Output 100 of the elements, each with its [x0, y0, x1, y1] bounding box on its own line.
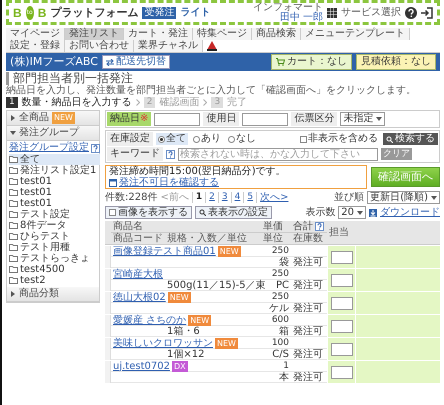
- product-link[interactable]: 美味しいクロワッサン: [113, 338, 213, 348]
- tree-item[interactable]: 発注リスト設定1: [9, 165, 100, 176]
- nav-tab[interactable]: メニューテンプレート: [301, 28, 410, 40]
- product-link[interactable]: 宮崎産大根: [113, 268, 163, 280]
- tree-item[interactable]: test01: [9, 176, 100, 187]
- step-label: 数量・納品日を入力する: [22, 97, 132, 108]
- nav-tab[interactable]: 発注リスト: [65, 28, 124, 40]
- quantity-field[interactable]: [330, 320, 352, 332]
- page-link[interactable]: 3: [218, 192, 228, 203]
- brand-name: プラットフォーム: [50, 6, 138, 18]
- step-label: 確認画面: [159, 97, 200, 108]
- cart-button[interactable]: カート：なし: [271, 54, 352, 70]
- search-icon: [386, 136, 393, 142]
- stock-cell: 発注可: [291, 326, 327, 337]
- edition-label: ライト: [180, 6, 210, 18]
- tree-item[interactable]: test01: [9, 198, 100, 209]
- download-link[interactable]: ダウンロード: [380, 207, 440, 218]
- nav-tab[interactable]: お問い合わせ: [65, 40, 134, 52]
- column-header: 商品コード: [111, 233, 165, 245]
- nav-tab[interactable]: 業界チャネル: [134, 40, 203, 52]
- nav-tab[interactable]: 設定・登録: [6, 40, 65, 52]
- field-label: 在庫設定: [107, 132, 153, 146]
- switch-button[interactable]: 配送先切替: [102, 55, 170, 69]
- cart-icon: [276, 58, 285, 66]
- tree-item[interactable]: test2: [9, 275, 100, 286]
- page-description: 納品日を入力し、発注数量を部門担当者ごとに入力して「確認画面へ」をクリックします。: [6, 85, 417, 96]
- logo-letter: B: [38, 6, 46, 18]
- group-settings-link[interactable]: 発注グループ設定: [9, 142, 89, 154]
- sort-label: 並び順: [334, 192, 364, 203]
- quantity-field[interactable]: [330, 274, 352, 286]
- nav-tab[interactable]: 特集ページ: [193, 28, 252, 40]
- stock-cell: 発注可: [291, 372, 327, 383]
- logout-icon[interactable]: [421, 6, 433, 18]
- sidebar-header[interactable]: 商品分類: [7, 287, 99, 302]
- grid-icon[interactable]: [327, 8, 337, 18]
- next-link[interactable]: 次へ>: [256, 192, 288, 203]
- closed-days-link[interactable]: 発注不可日を確認する: [119, 177, 219, 188]
- unit-cell: ケル: [261, 303, 291, 314]
- column-header: 単位: [261, 233, 291, 245]
- page-link[interactable]: 4: [230, 192, 240, 203]
- column-header: 商品名: [111, 221, 261, 233]
- show-images-button[interactable]: 画像を表示する: [105, 206, 192, 219]
- include-hidden-checkbox[interactable]: 非表示を含める: [298, 133, 380, 145]
- tree-item[interactable]: テスト用種: [9, 242, 100, 253]
- sidebar-header[interactable]: 発注グループ: [7, 126, 99, 141]
- page-link[interactable]: 1: [192, 192, 202, 203]
- price-cell: 1: [261, 361, 291, 372]
- company-name: (株)IMフーズABC: [10, 56, 98, 68]
- section-label: 商品分類: [19, 288, 59, 300]
- price-cell: 250: [261, 292, 291, 303]
- tree-item[interactable]: ひらテスト: [9, 231, 100, 242]
- notice-text: 発注締め時間15:00(翌日納品分)です。: [109, 166, 286, 177]
- delivery-date-field[interactable]: [154, 112, 200, 126]
- product-link[interactable]: 徳山大根02: [113, 292, 166, 302]
- nav-tab[interactable]: 商品検索: [252, 28, 301, 40]
- search-button[interactable]: 検索する: [383, 133, 438, 145]
- caret-down-icon: [376, 116, 382, 122]
- field-label: 納品日※: [107, 112, 152, 126]
- unit-cell: 袋: [261, 257, 291, 268]
- tree-item[interactable]: テストらっきょ: [9, 253, 100, 264]
- sort-select[interactable]: 更新日(降順): [367, 191, 440, 204]
- per-page-select[interactable]: 20: [338, 206, 366, 219]
- page-link[interactable]: 5: [243, 192, 254, 203]
- triangle-icon[interactable]: [207, 41, 217, 51]
- tree-item[interactable]: test4500: [9, 264, 100, 275]
- unit-cell: 本: [261, 372, 291, 383]
- stock-radio[interactable]: 全て: [156, 133, 188, 145]
- stock-radio[interactable]: あり: [191, 133, 223, 145]
- stock-radio[interactable]: なし: [226, 133, 258, 145]
- help-icon[interactable]: [405, 6, 417, 18]
- quantity-field[interactable]: [330, 342, 352, 356]
- column-header: 合計: [293, 221, 313, 232]
- price-cell: 250: [261, 269, 291, 280]
- sidebar-header[interactable]: 全商品 NEW: [7, 111, 99, 126]
- product-badge: DX: [172, 360, 188, 372]
- quantity-field[interactable]: [330, 296, 352, 310]
- tree-item[interactable]: テスト設定: [9, 209, 100, 220]
- product-link[interactable]: 愛媛産 さちのか: [113, 314, 186, 326]
- slip-type-select[interactable]: 未指定: [340, 112, 386, 126]
- product-badge: NEW: [168, 292, 191, 302]
- tree-item[interactable]: 全て: [9, 154, 100, 165]
- stock-cell: 発注可: [291, 280, 327, 291]
- keyword-field[interactable]: 検索されない時は、かな入力して下さい: [178, 148, 378, 160]
- tree-item[interactable]: 8件データ: [9, 220, 100, 231]
- page-title: 部門担当者別一括発注: [6, 72, 440, 85]
- nav-tab[interactable]: マイページ: [6, 28, 65, 40]
- use-date-field[interactable]: [242, 112, 288, 126]
- product-link[interactable]: 画像登録テスト商品01: [113, 246, 216, 256]
- tree-item[interactable]: test01: [9, 187, 100, 198]
- nav-tab[interactable]: カート・発注: [124, 28, 193, 40]
- service-select-label: サービス選択: [341, 6, 401, 18]
- field-label: 伝票区分: [291, 112, 338, 126]
- quantity-field[interactable]: [330, 250, 352, 264]
- help-icon: [166, 150, 175, 158]
- quantity-field[interactable]: [330, 366, 352, 378]
- table-settings-button[interactable]: 表表示の設定: [195, 206, 272, 219]
- step-label: 完了: [227, 97, 248, 108]
- quote-button[interactable]: 見積依頼：なし: [356, 54, 436, 70]
- page-link[interactable]: 2: [205, 192, 215, 203]
- product-link[interactable]: uj.test0702: [113, 360, 170, 372]
